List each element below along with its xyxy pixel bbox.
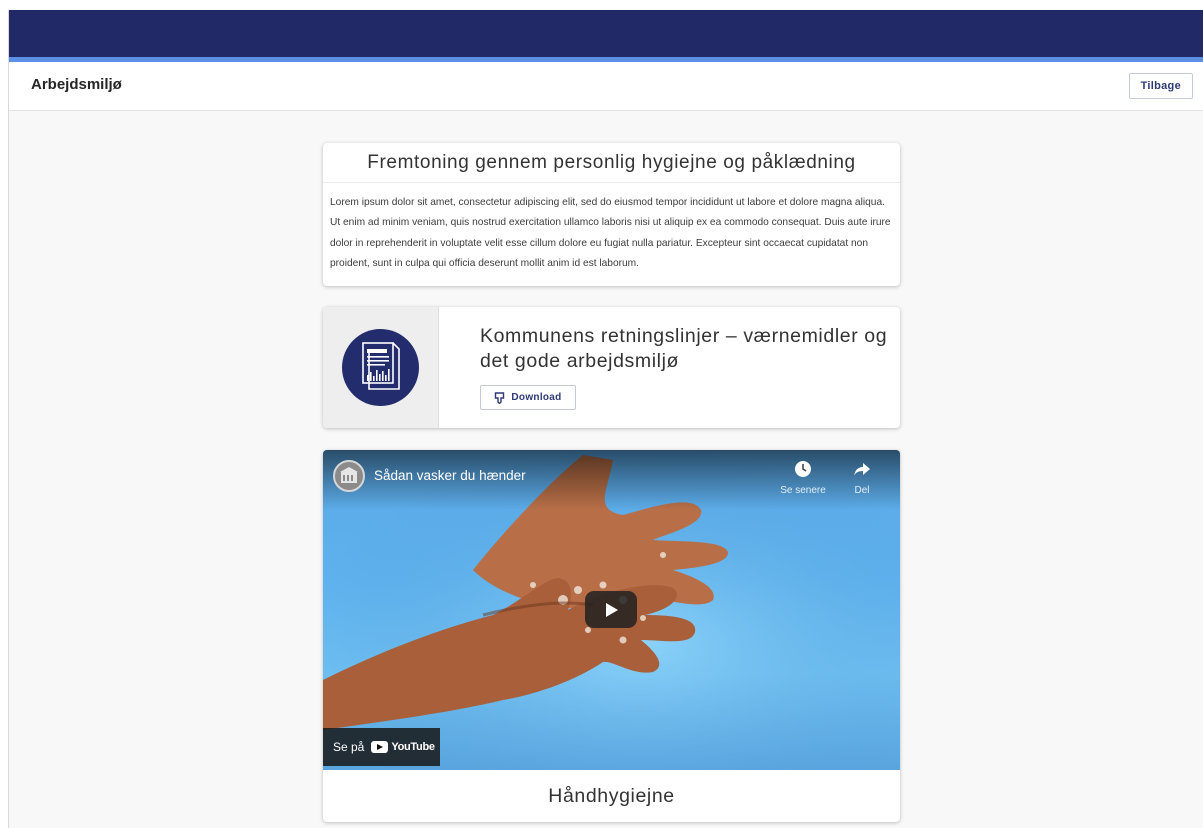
youtube-label: YouTube	[391, 741, 435, 753]
video-player[interactable]: Sådan vasker du hænder Se senere Del Se …	[323, 450, 900, 770]
download-button[interactable]: Download	[480, 385, 576, 410]
video-title[interactable]: Sådan vasker du hænder	[374, 468, 526, 483]
clock-icon	[795, 461, 811, 477]
youtube-play-icon	[371, 741, 389, 753]
text-card: Fremtoning gennem personlig hygiejne og …	[323, 143, 900, 286]
watch-later-label: Se senere	[780, 485, 826, 496]
download-label: Download	[511, 392, 562, 403]
youtube-logo: YouTube	[371, 741, 435, 753]
top-bar	[9, 10, 1203, 57]
watch-later-button[interactable]: Se senere	[773, 460, 833, 496]
share-button[interactable]: Del	[832, 460, 892, 496]
text-card-title: Fremtoning gennem personlig hygiejne og …	[323, 143, 900, 183]
play-button[interactable]	[585, 591, 637, 628]
document-title: Kommunens retningslinjer – værnemidler o…	[480, 325, 888, 372]
page-header: Arbejdsmiljø Tilbage	[9, 62, 1203, 111]
document-report-icon	[342, 329, 419, 406]
channel-avatar[interactable]	[333, 460, 365, 492]
download-icon	[495, 391, 505, 404]
watch-on-label: Se på	[333, 740, 365, 754]
back-button[interactable]: Tilbage	[1128, 73, 1193, 99]
document-thumbnail	[323, 307, 439, 428]
video-caption: Håndhygiejne	[548, 785, 675, 807]
page-title: Arbejdsmiljø	[31, 76, 122, 93]
text-card-body: Lorem ipsum dolor sit amet, consectetur …	[330, 197, 891, 269]
share-label: Del	[854, 485, 870, 496]
video-card: Sådan vasker du hænder Se senere Del Se …	[323, 450, 900, 822]
watch-on-youtube-button[interactable]: Se på YouTube	[323, 728, 440, 766]
share-icon	[854, 463, 870, 476]
document-card: Kommunens retningslinjer – værnemidler o…	[323, 307, 900, 428]
app-frame: Arbejdsmiljø Tilbage Fremtoning gennem p…	[8, 10, 1203, 828]
